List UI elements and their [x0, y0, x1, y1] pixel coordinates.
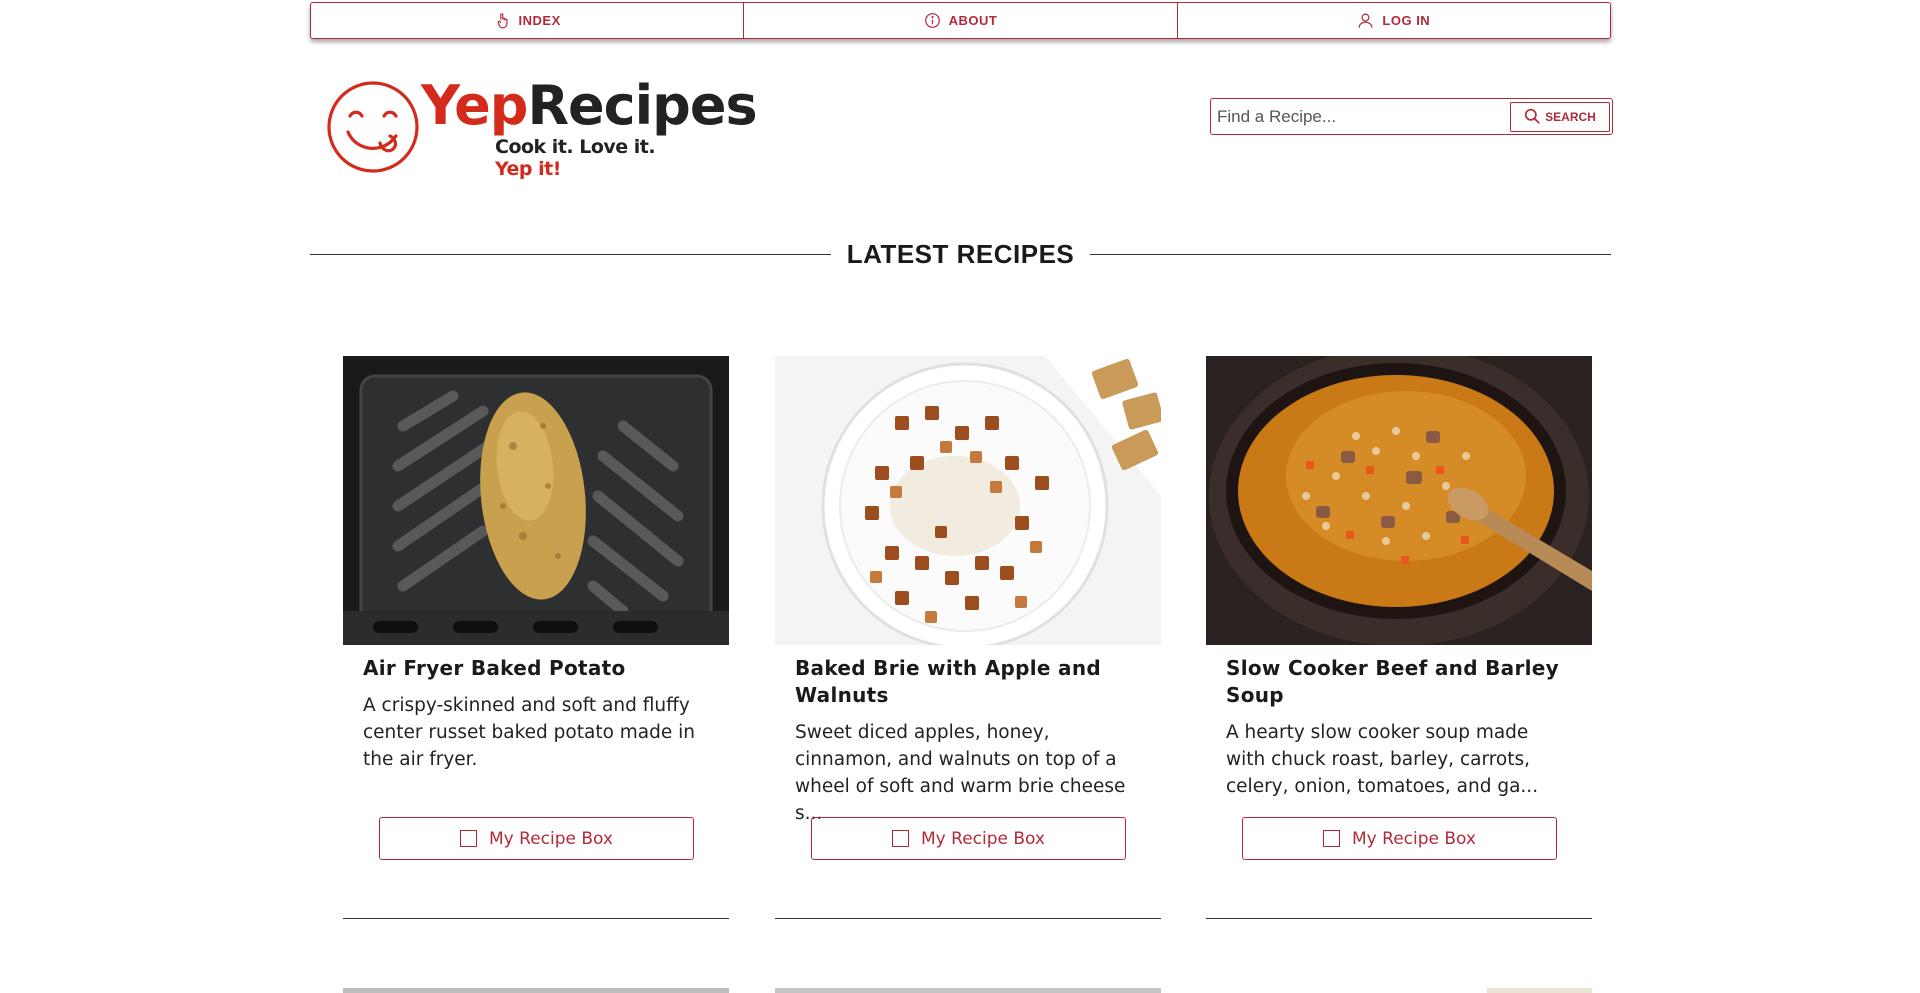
- card-divider: [1206, 918, 1592, 919]
- nav-login[interactable]: LOG IN: [1178, 3, 1610, 38]
- heading-rule-right: [1090, 253, 1612, 255]
- card-divider: [343, 918, 729, 919]
- recipe-description: A hearty slow cooker soup made with chuc…: [1226, 722, 1539, 797]
- search-bar: SEARCH: [1210, 98, 1613, 135]
- smiley-logo-icon: [327, 81, 419, 173]
- hand-pointer-icon: [497, 13, 508, 29]
- recipe-title[interactable]: Baked Brie with Apple and Walnuts: [795, 655, 1141, 709]
- recipe-box-checkbox[interactable]: [892, 830, 910, 847]
- recipe-title[interactable]: Slow Cooker Beef and Barley Soup: [1226, 655, 1572, 709]
- section-title: LATEST RECIPES: [846, 238, 1075, 269]
- logo-tagline: Cook it. Love it. Yep it!: [495, 136, 656, 180]
- card-divider: [775, 918, 1161, 919]
- recipe-box-label: My Recipe Box: [921, 828, 1045, 849]
- logo-wordmark: YepRecipes: [421, 74, 758, 137]
- recipe-description: A crispy-skinned and soft and fluffy cen…: [363, 695, 695, 770]
- my-recipe-box-button[interactable]: My Recipe Box: [379, 817, 694, 860]
- site-logo[interactable]: YepRecipes Cook it. Love it. Yep it!: [326, 78, 758, 180]
- nav-about-label: ABOUT: [948, 13, 998, 28]
- recipe-title[interactable]: Air Fryer Baked Potato: [363, 655, 709, 682]
- recipe-box-label: My Recipe Box: [489, 828, 613, 849]
- nav-about[interactable]: ABOUT: [744, 3, 1178, 38]
- search-button-label: SEARCH: [1545, 109, 1596, 124]
- heading-rule-left: [310, 253, 831, 255]
- user-icon: [1358, 13, 1373, 28]
- recipe-box-checkbox[interactable]: [1323, 830, 1341, 847]
- nav-index[interactable]: INDEX: [311, 3, 745, 38]
- nav-index-label: INDEX: [518, 13, 561, 28]
- recipe-photo-soup[interactable]: [1206, 356, 1592, 645]
- my-recipe-box-button[interactable]: My Recipe Box: [1242, 817, 1557, 860]
- recipe-description: Sweet diced apples, honey, cinnamon, and…: [795, 722, 1126, 824]
- next-recipe-photo-peek: [1487, 988, 1592, 993]
- search-button[interactable]: SEARCH: [1510, 101, 1610, 132]
- recipe-card: Air Fryer Baked Potato A crispy-skinned …: [343, 356, 729, 919]
- recipe-photo-brie[interactable]: [775, 356, 1161, 645]
- next-recipe-photo-peek: [343, 988, 729, 993]
- next-recipe-photo-peek: [775, 988, 1161, 993]
- my-recipe-box-button[interactable]: My Recipe Box: [811, 817, 1126, 860]
- recipe-photo-potato[interactable]: [343, 356, 729, 645]
- recipe-box-label: My Recipe Box: [1352, 828, 1476, 849]
- recipe-box-checkbox[interactable]: [460, 830, 478, 847]
- search-input[interactable]: [1213, 101, 1510, 132]
- latest-recipes-heading: LATEST RECIPES: [310, 236, 1612, 272]
- recipe-card: Slow Cooker Beef and Barley Soup A heart…: [1206, 356, 1592, 919]
- search-icon: [1525, 108, 1541, 124]
- top-nav: INDEX ABOUT LOG IN: [310, 2, 1611, 39]
- info-circle-icon: [924, 13, 940, 28]
- recipe-card: Baked Brie with Apple and Walnuts Sweet …: [775, 356, 1161, 919]
- nav-login-label: LOG IN: [1382, 13, 1431, 28]
